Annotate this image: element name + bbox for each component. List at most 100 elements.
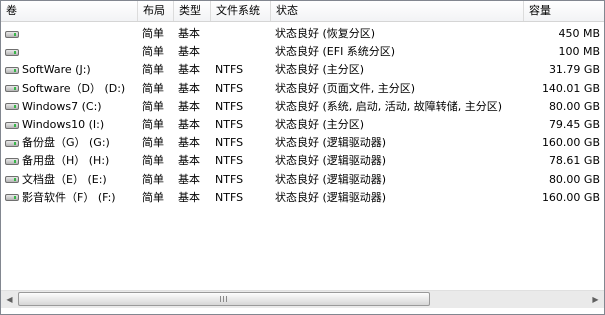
filesystem-cell [215, 25, 273, 43]
disk-drive-icon [5, 48, 19, 56]
capacity-cell: 160.00 GB [541, 190, 600, 204]
table-row[interactable]: SoftWare (J:) 简单 基本 NTFS 状态良好 (主分区) 31.79 GB [1, 61, 604, 79]
capacity-cell: 140.01 GB [541, 81, 600, 95]
type-cell: 基本 [178, 81, 200, 95]
volume-list-view: 卷 布局 类型 文件系统 状态 容量 简单 基本 状态良好 (恢复分区) 450 MB… [0, 0, 605, 315]
status-cell: 状态良好 (主分区) [275, 63, 365, 77]
disk-drive-icon [5, 194, 19, 202]
layout-cell: 简单 [142, 154, 164, 168]
volume-cell [5, 43, 135, 61]
type-cell: 基本 [178, 45, 200, 59]
layout-cell: 简单 [142, 172, 164, 186]
column-header-status[interactable]: 状态 [271, 1, 524, 21]
scrollbar-thumb[interactable] [18, 292, 430, 306]
disk-drive-icon [5, 139, 19, 147]
type-cell: 基本 [178, 136, 200, 150]
volume-cell: 文档盘（E） (E:) [5, 171, 135, 189]
volume-name: Windows10 (I:) [22, 118, 105, 131]
volume-cell [5, 25, 135, 43]
filesystem-cell: NTFS [215, 136, 244, 150]
filesystem-cell: NTFS [215, 99, 244, 113]
layout-cell: 简单 [142, 45, 164, 59]
volume-name: SoftWare (J:) [22, 63, 91, 77]
scroll-right-arrow-icon[interactable]: ▶ [587, 291, 604, 308]
table-row[interactable]: 简单 基本 状态良好 (EFI 系统分区) 100 MB [1, 43, 604, 61]
volume-cell: Windows7 (C:) [5, 98, 135, 116]
volume-cell: SoftWare (J:) [5, 61, 135, 79]
volume-name: Software（D） (D:) [22, 81, 126, 95]
disk-drive-icon [5, 121, 19, 129]
volume-name: 备用盘（H） (H:) [22, 154, 110, 168]
filesystem-cell: NTFS [215, 154, 244, 168]
status-cell: 状态良好 (页面文件, 主分区) [275, 81, 416, 95]
layout-cell: 简单 [142, 136, 164, 150]
column-header-layout[interactable]: 布局 [138, 1, 174, 21]
capacity-cell: 31.79 GB [548, 63, 600, 77]
status-cell: 状态良好 (主分区) [275, 118, 365, 131]
volume-cell: 备用盘（H） (H:) [5, 152, 135, 170]
layout-cell: 简单 [142, 81, 164, 95]
capacity-cell: 450 MB [558, 27, 600, 40]
volume-cell: Software（D） (D:) [5, 80, 135, 98]
column-header: 卷 布局 类型 文件系统 状态 容量 [1, 1, 604, 22]
filesystem-cell: NTFS [215, 118, 244, 131]
status-cell: 状态良好 (逻辑驱动器) [275, 172, 387, 186]
table-row[interactable]: Windows7 (C:) 简单 基本 NTFS 状态良好 (系统, 启动, 活动, 故… [1, 98, 604, 116]
column-header-capacity[interactable]: 容量 [524, 1, 604, 21]
status-cell: 状态良好 (逻辑驱动器) [275, 190, 387, 204]
filesystem-cell: NTFS [215, 81, 244, 95]
type-cell: 基本 [178, 190, 200, 204]
horizontal-scrollbar[interactable]: ◀ ▶ [1, 290, 604, 308]
status-cell: 状态良好 (逻辑驱动器) [275, 154, 387, 168]
disk-drive-icon [5, 103, 19, 111]
column-header-volume[interactable]: 卷 [1, 1, 138, 21]
disk-drive-icon [5, 85, 19, 93]
volume-name: Windows7 (C:) [22, 99, 102, 113]
type-cell: 基本 [178, 27, 200, 40]
table-row[interactable]: 影音软件（F） (F:) 简单 基本 NTFS 状态良好 (逻辑驱动器) 160.00 G… [1, 189, 604, 207]
capacity-cell: 80.00 GB [548, 99, 600, 113]
status-cell: 状态良好 (EFI 系统分区) [275, 45, 396, 59]
disk-drive-icon [5, 66, 19, 74]
volume-name: 文档盘（E） (E:) [22, 172, 107, 186]
capacity-cell: 160.00 GB [541, 136, 600, 150]
volume-cell: Windows10 (I:) [5, 116, 135, 134]
layout-cell: 简单 [142, 63, 164, 77]
table-row[interactable]: 备用盘（H） (H:) 简单 基本 NTFS 状态良好 (逻辑驱动器) 78.61 GB [1, 152, 604, 170]
disk-drive-icon [5, 176, 19, 184]
column-header-type[interactable]: 类型 [174, 1, 211, 21]
type-cell: 基本 [178, 172, 200, 186]
filesystem-cell: NTFS [215, 63, 244, 77]
filesystem-cell [215, 43, 273, 61]
volume-name: 备份盘（G） (G:) [22, 136, 110, 150]
table-row[interactable]: 简单 基本 状态良好 (恢复分区) 450 MB [1, 25, 604, 43]
status-cell: 状态良好 (恢复分区) [275, 27, 376, 40]
capacity-cell: 80.00 GB [548, 172, 600, 186]
capacity-cell: 79.45 GB [548, 118, 600, 131]
status-cell: 状态良好 (逻辑驱动器) [275, 136, 387, 150]
type-cell: 基本 [178, 118, 200, 131]
table-row[interactable]: 备份盘（G） (G:) 简单 基本 NTFS 状态良好 (逻辑驱动器) 160.00 GB [1, 134, 604, 152]
volume-cell: 影音软件（F） (F:) [5, 189, 135, 207]
filesystem-cell: NTFS [215, 172, 244, 186]
disk-drive-icon [5, 30, 19, 38]
column-header-filesystem[interactable]: 文件系统 [211, 1, 271, 21]
capacity-cell: 78.61 GB [548, 154, 600, 168]
disk-drive-icon [5, 157, 19, 165]
type-cell: 基本 [178, 99, 200, 113]
table-row[interactable]: Software（D） (D:) 简单 基本 NTFS 状态良好 (页面文件, 主分区)… [1, 80, 604, 98]
type-cell: 基本 [178, 63, 200, 77]
layout-cell: 简单 [142, 99, 164, 113]
layout-cell: 简单 [142, 27, 164, 40]
type-cell: 基本 [178, 154, 200, 168]
scrollbar-grip-icon [220, 296, 228, 302]
status-cell: 状态良好 (系统, 启动, 活动, 故障转储, 主分区) [275, 99, 503, 113]
table-row[interactable]: Windows10 (I:) 简单 基本 NTFS 状态良好 (主分区) 79.45 GB [1, 116, 604, 134]
layout-cell: 简单 [142, 118, 164, 131]
volume-name: 影音软件（F） (F:) [22, 190, 116, 204]
scroll-left-arrow-icon[interactable]: ◀ [1, 291, 18, 308]
layout-cell: 简单 [142, 190, 164, 204]
table-row[interactable]: 文档盘（E） (E:) 简单 基本 NTFS 状态良好 (逻辑驱动器) 80.00 GB [1, 171, 604, 189]
capacity-cell: 100 MB [558, 45, 600, 59]
volume-cell: 备份盘（G） (G:) [5, 134, 135, 152]
